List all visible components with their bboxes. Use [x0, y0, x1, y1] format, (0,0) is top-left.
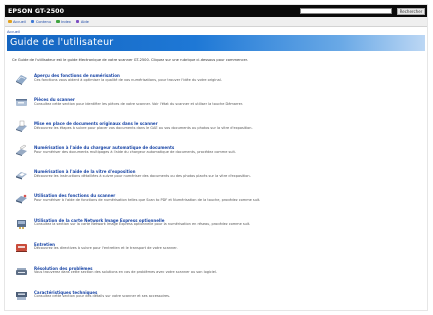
- topic-description: Découvrez les instructions détaillées à …: [34, 173, 251, 178]
- scanner-parts-icon: [16, 99, 27, 107]
- header-bar: EPSON GT-2500 Rechercher: [5, 5, 427, 17]
- nav-item-label: Contenu: [35, 19, 52, 24]
- search-input[interactable]: [300, 8, 392, 14]
- troubleshooting-icon: [16, 267, 27, 275]
- page-banner: Guide de l'utilisateur: [7, 35, 425, 51]
- nav-item-label: Accueil: [13, 19, 26, 24]
- flatbed-scan-icon: [16, 172, 27, 180]
- topic-item[interactable]: Utilisation de la carte Network Image Ex…: [15, 217, 420, 241]
- network-card-icon: [17, 219, 26, 229]
- scanner-functions-icon: [16, 195, 27, 204]
- breadcrumb[interactable]: Accueil: [7, 30, 20, 34]
- intro-text: Ce Guide de l'utilisateur est le guide é…: [12, 58, 248, 62]
- specifications-icon: [16, 291, 27, 300]
- topic-description: Découvrez les étapes à suivre pour place…: [34, 125, 253, 130]
- help-icon: [75, 19, 80, 24]
- home-icon: [8, 19, 12, 24]
- placing-originals-icon: [16, 120, 27, 133]
- topic-item[interactable]: Utilisation des fonctions du scanner Pou…: [15, 192, 420, 216]
- topic-item[interactable]: Aperçu des fonctions de numérisation Ces…: [15, 72, 420, 96]
- index-icon: [56, 19, 60, 24]
- maintenance-icon: [16, 243, 27, 252]
- topic-description: Consultez la section sur la carte Networ…: [34, 222, 251, 227]
- topic-list: Aperçu des fonctions de numérisation Ces…: [15, 72, 420, 310]
- topic-item[interactable]: Entretien Découvrez les directives à sui…: [15, 241, 420, 265]
- topic-description: Ces fonctions vous aident à optimiser la…: [34, 77, 222, 82]
- topic-item[interactable]: Numérisation à l'aide du chargeur automa…: [15, 144, 420, 168]
- topic-item[interactable]: Résolution des problèmes Vous trouverez …: [15, 265, 420, 289]
- nav-item-label: Aide: [80, 19, 89, 24]
- nav-bar: Accueil Contenu Index Aide: [5, 17, 427, 27]
- topic-description: Consultez cette section pour identifier …: [34, 101, 244, 106]
- nav-item-label: Index: [61, 19, 71, 24]
- topic-item[interactable]: Pièces du scanner Consultez cette sectio…: [15, 96, 420, 120]
- browser-page: EPSON GT-2500 Rechercher Accueil Contenu…: [5, 5, 427, 310]
- topic-description: Consultez cette section pour des détails…: [34, 294, 171, 299]
- topic-item[interactable]: Caractéristiques techniques Consultez ce…: [15, 289, 420, 310]
- brand-logo: EPSON GT-2500: [8, 7, 65, 15]
- topic-description: Découvrez les directives à suivre pour l…: [34, 246, 178, 251]
- nav-item-contents[interactable]: Contenu: [30, 19, 52, 24]
- topic-item[interactable]: Mise en place de documents originaux dan…: [15, 120, 420, 144]
- contents-icon: [30, 19, 35, 24]
- topic-description: Vous trouverez dans cette section des so…: [34, 270, 218, 275]
- adf-scan-icon: [16, 145, 27, 157]
- nav-item-index[interactable]: Index: [56, 20, 71, 24]
- topic-description: Pour numériser à l'aide de fonctions de …: [34, 197, 261, 202]
- search-button[interactable]: Rechercher: [397, 7, 425, 15]
- page-title: Guide de l'utilisateur: [10, 37, 114, 48]
- nav-item-home[interactable]: Accueil: [8, 20, 26, 24]
- topic-description: Pour numériser des documents multipages …: [34, 149, 236, 154]
- nav-item-help[interactable]: Aide: [75, 19, 89, 24]
- scan-overview-icon: [16, 75, 27, 85]
- topic-item[interactable]: Numérisation à l'aide de la vitre d'expo…: [15, 168, 420, 192]
